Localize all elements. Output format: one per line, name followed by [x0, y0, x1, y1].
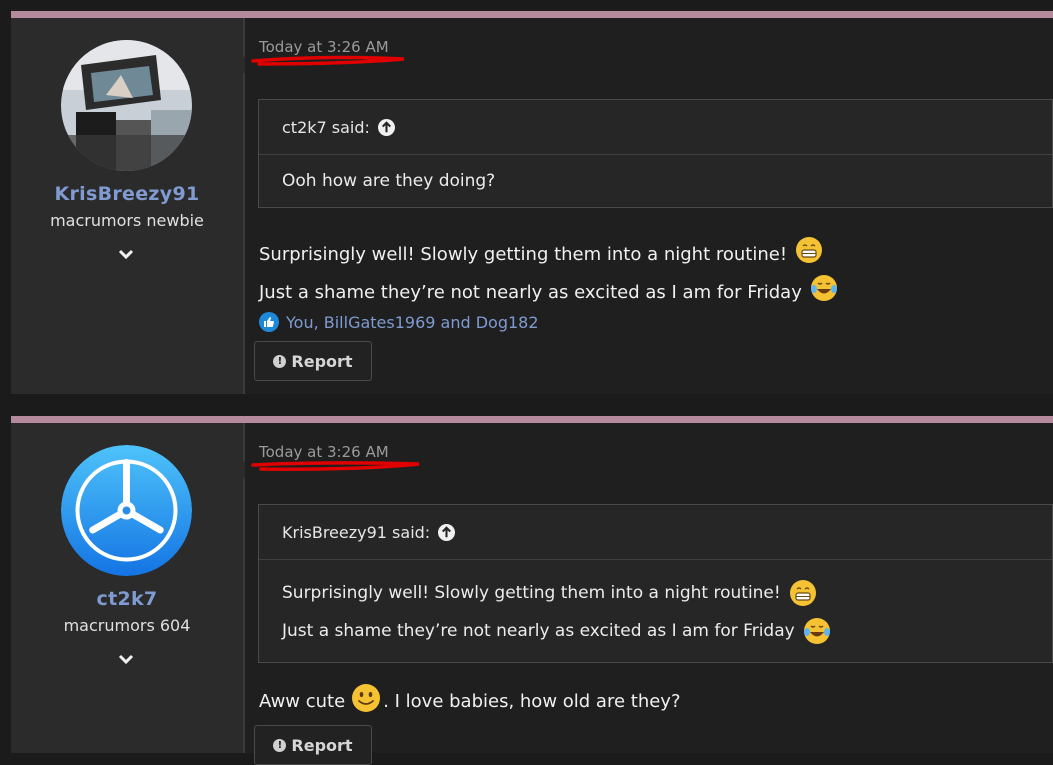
message-main: Today at 3:26 AM ct2k7 said: Ooh how are… [245, 18, 1053, 401]
arrow-up-icon[interactable] [438, 523, 456, 541]
user-title: macrumors 604 [63, 616, 191, 635]
tears-of-joy-emoji-icon [803, 618, 830, 644]
quote-text: Ooh how are they doing? [282, 171, 496, 191]
post-body-line-2: Just a shame they’re not nearly as excit… [259, 274, 838, 303]
report-label: Report [291, 351, 353, 371]
message-pointer [235, 461, 245, 479]
chevron-down-icon[interactable] [114, 242, 138, 266]
report-label: Report [291, 735, 353, 755]
post-1: KrisBreezy91 macrumors newbie Today at 3… [11, 11, 1053, 401]
arrow-up-icon[interactable] [377, 118, 395, 136]
post-body-line-1: Surprisingly well! Slowly getting them i… [259, 236, 823, 265]
quote-line: Surprisingly well! Slowly getting them i… [282, 574, 1029, 612]
message-pointer [235, 56, 245, 74]
grinning-face-emoji-icon [789, 580, 816, 606]
chevron-down-icon[interactable] [114, 647, 138, 671]
red-underline-annotation [251, 55, 405, 66]
body-text: Surprisingly well! Slowly getting them i… [259, 244, 788, 265]
post-separator [0, 394, 1053, 416]
user-sidebar: ct2k7 macrumors 604 [11, 423, 245, 753]
exclamation-icon: ! [273, 738, 287, 752]
avatar[interactable] [61, 40, 192, 171]
exclamation-icon: ! [273, 354, 287, 368]
quote-line-text: Surprisingly well! Slowly getting them i… [282, 583, 781, 603]
quote-author: KrisBreezy91 said: [282, 522, 431, 542]
username[interactable]: KrisBreezy91 [11, 183, 243, 205]
body-text: Aww cute [259, 691, 346, 712]
reactions-text[interactable]: You, BillGates1969 and Dog182 [286, 313, 539, 332]
user-sidebar: KrisBreezy91 macrumors newbie [11, 18, 245, 401]
user-title: macrumors newbie [50, 211, 204, 230]
message-main: Today at 3:26 AM KrisBreezy91 said: Surp… [245, 423, 1053, 765]
reactions-bar[interactable]: You, BillGates1969 and Dog182 [259, 312, 539, 332]
quote-header[interactable]: ct2k7 said: [259, 100, 1052, 155]
report-button[interactable]: ! Report [254, 341, 372, 381]
like-icon [259, 312, 279, 332]
post-2: ct2k7 macrumors 604 Today at 3:26 AM Kri… [11, 416, 1053, 765]
body-text: . I love babies, how old are they? [383, 691, 681, 712]
quote-line: Just a shame they’re not nearly as excit… [282, 612, 1029, 650]
quote-header[interactable]: KrisBreezy91 said: [259, 505, 1052, 560]
username[interactable]: ct2k7 [11, 588, 243, 610]
slightly-smiling-face-emoji-icon [352, 684, 381, 712]
avatar[interactable] [61, 445, 192, 576]
tears-of-joy-emoji-icon [810, 275, 837, 301]
quote-text: Surprisingly well! Slowly getting them i… [259, 560, 1052, 650]
grinning-face-emoji-icon [796, 237, 823, 263]
quote-block: ct2k7 said: Ooh how are they doing? [258, 99, 1053, 208]
post-body-line-1: Aww cute . I love babies, how old are the… [259, 683, 681, 713]
report-button[interactable]: ! Report [254, 725, 372, 765]
quote-line-text: Just a shame they’re not nearly as excit… [282, 621, 795, 641]
red-underline-annotation [251, 461, 420, 472]
quote-block: KrisBreezy91 said: Surprisingly well! Sl… [258, 504, 1053, 663]
body-text: Just a shame they’re not nearly as excit… [259, 282, 802, 303]
quote-author: ct2k7 said: [282, 117, 370, 137]
